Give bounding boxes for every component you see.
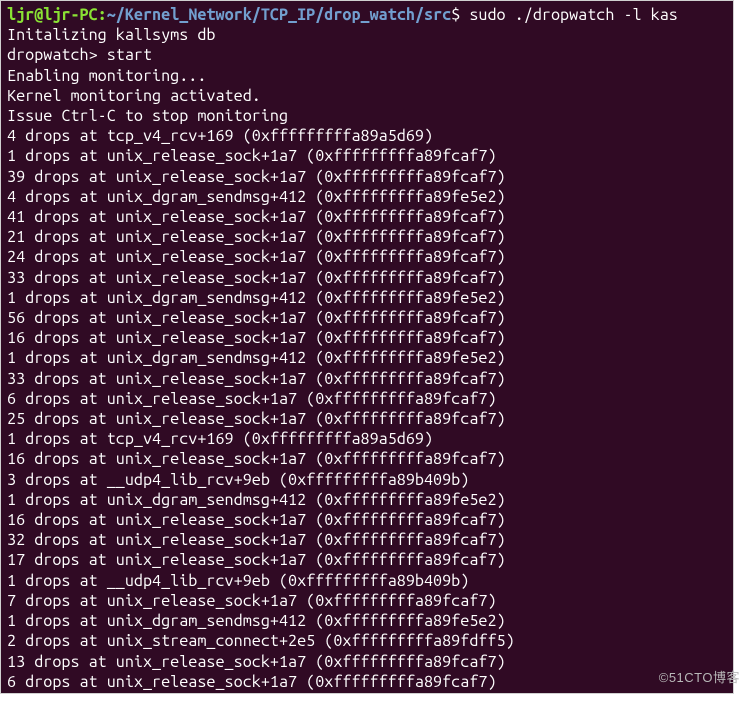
watermark-text: ©51CTO博客 [659,667,740,686]
entered-command: sudo ./dropwatch -l kas [469,6,678,24]
ps1-sep: : [98,6,107,24]
ps1-user-host: ljr@ljr-PC [7,6,98,24]
startup-output: Initalizing kallsyms db dropwatch> start… [7,26,288,125]
prompt-line: ljr@ljr-PC:~/Kernel_Network/TCP_IP/drop_… [7,6,678,24]
terminal-window[interactable]: ljr@ljr-PC:~/Kernel_Network/TCP_IP/drop_… [0,0,734,694]
drop-events: 4 drops at tcp_v4_rcv+169 (0xfffffffffa8… [7,127,515,694]
ps1-dollar: $ [451,6,460,24]
ps1-path: ~/Kernel_Network/TCP_IP/drop_watch/src [107,6,451,24]
